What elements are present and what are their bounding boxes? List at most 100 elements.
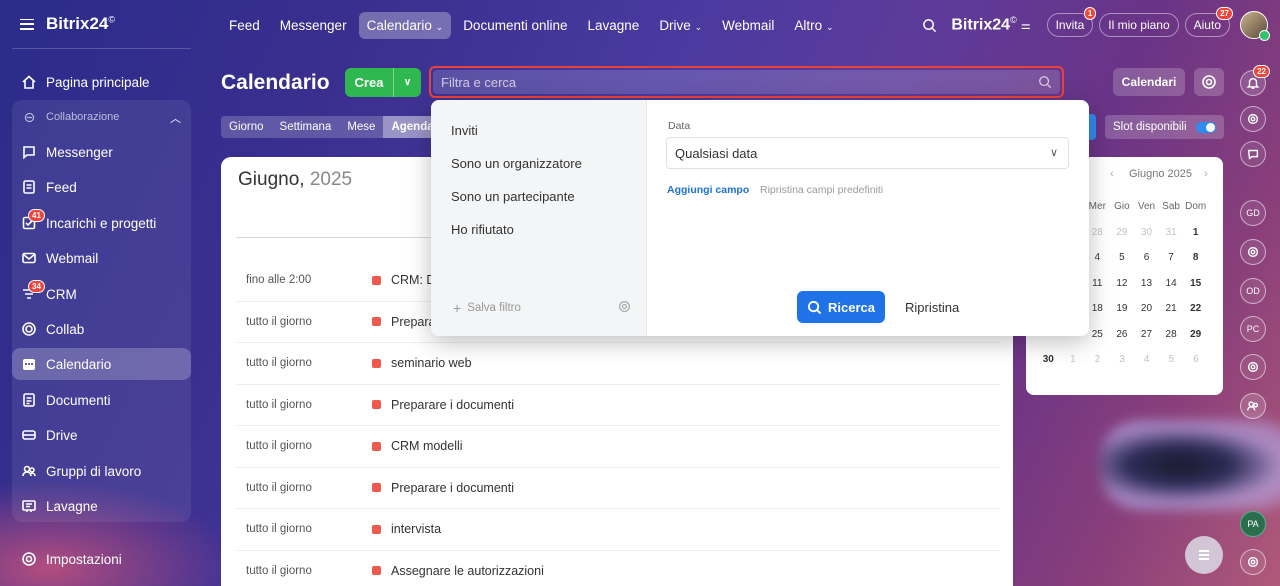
- sidebar-item-crm[interactable]: 34 CRM: [12, 278, 191, 310]
- sidebar-item-settings[interactable]: Impostazioni: [12, 543, 191, 575]
- add-field-link[interactable]: Aggiungi campo: [667, 184, 749, 196]
- topnav-documents-online[interactable]: Documenti online: [455, 12, 575, 39]
- contact-avatar[interactable]: PC: [1240, 316, 1266, 342]
- topnav-boards[interactable]: Lavagne: [580, 12, 648, 39]
- sidebar-item-documents[interactable]: Documenti: [12, 384, 191, 416]
- list-menu-button[interactable]: [1185, 536, 1223, 574]
- topnav-more[interactable]: Altro ⌄: [786, 12, 841, 39]
- available-slots-toggle[interactable]: Slot disponibili: [1105, 115, 1224, 139]
- reset-button[interactable]: Ripristina: [905, 300, 959, 315]
- topnav-calendar[interactable]: Calendario ⌄: [358, 11, 452, 39]
- event-row[interactable]: tutto il giorno Preparare i documenti: [236, 384, 1000, 426]
- day-cell[interactable]: 8: [1183, 252, 1208, 263]
- day-cell[interactable]: 19: [1110, 303, 1135, 314]
- event-row[interactable]: tutto il giorno CRM modelli: [236, 426, 1000, 468]
- day-cell[interactable]: 22: [1183, 303, 1208, 314]
- brand-logo[interactable]: Bitrix24©: [46, 14, 115, 34]
- toggle-switch[interactable]: [1196, 122, 1216, 133]
- day-cell[interactable]: 13: [1134, 278, 1159, 289]
- event-row[interactable]: tutto il giorno Preparare i documenti: [236, 467, 1000, 509]
- create-button[interactable]: Crea ∨: [345, 68, 421, 97]
- preset-declined[interactable]: Ho rifiutato: [451, 222, 514, 237]
- chevron-down-icon[interactable]: ∨: [394, 77, 421, 88]
- contact-avatar[interactable]: GD: [1240, 200, 1266, 226]
- reset-fields-link[interactable]: Ripristina campi predefiniti: [760, 184, 883, 196]
- invite-button[interactable]: Invita 1: [1046, 7, 1097, 37]
- search-icon[interactable]: [922, 18, 937, 33]
- day-cell[interactable]: 26: [1110, 329, 1135, 340]
- day-cell[interactable]: 7: [1159, 252, 1184, 263]
- day-cell[interactable]: 6: [1134, 252, 1159, 263]
- sidebar-item-boards[interactable]: Lavagne: [12, 490, 191, 522]
- day-cell[interactable]: 12: [1110, 278, 1135, 289]
- day-cell[interactable]: 4: [1134, 354, 1159, 365]
- day-cell[interactable]: 5: [1159, 354, 1184, 365]
- sidebar-item-collab[interactable]: Collab: [12, 313, 191, 345]
- sidebar-item-feed[interactable]: Feed: [12, 171, 191, 203]
- day-cell[interactable]: 27: [1134, 329, 1159, 340]
- day-cell[interactable]: 20: [1134, 303, 1159, 314]
- day-cell[interactable]: 1: [1061, 354, 1086, 365]
- collaboration-group-header[interactable]: Collaborazione ︿: [12, 104, 191, 130]
- day-cell[interactable]: 28: [1159, 329, 1184, 340]
- chat-bubble-icon[interactable]: [1240, 141, 1266, 167]
- event-row[interactable]: tutto il giorno intervista: [236, 509, 1000, 551]
- event-row[interactable]: tutto il giorno Assegnare le autorizzazio…: [236, 550, 1000, 586]
- topnav-drive[interactable]: Drive ⌄: [651, 12, 710, 39]
- sidebar-item-calendar[interactable]: Calendario: [12, 348, 191, 380]
- topnav-webmail[interactable]: Webmail: [714, 12, 782, 39]
- search-input[interactable]: [441, 74, 1038, 90]
- copilot-icon[interactable]: [1240, 239, 1266, 265]
- day-cell[interactable]: 31: [1159, 227, 1184, 238]
- tab-week[interactable]: Settimana: [272, 116, 340, 138]
- save-filter-button[interactable]: + Salva filtro: [453, 300, 521, 316]
- menu-icon[interactable]: [20, 18, 34, 30]
- tab-day[interactable]: Giorno: [221, 116, 272, 138]
- day-cell[interactable]: 29: [1183, 329, 1208, 340]
- group-icon[interactable]: [1240, 393, 1266, 419]
- topnav-feed[interactable]: Feed: [221, 12, 268, 39]
- copilot-icon[interactable]: [1240, 106, 1266, 132]
- help-button[interactable]: Aiuto 27: [1184, 7, 1233, 37]
- bell-icon[interactable]: 22: [1240, 65, 1270, 96]
- contact-avatar[interactable]: OD: [1240, 278, 1266, 304]
- event-row[interactable]: tutto il giorno seminario web: [236, 343, 1000, 385]
- sidebar-item-messenger[interactable]: Messenger: [12, 136, 191, 168]
- day-cell[interactable]: 2: [1085, 354, 1110, 365]
- search-button[interactable]: Ricerca: [797, 291, 885, 323]
- day-cell[interactable]: 30: [1134, 227, 1159, 238]
- chevron-right-icon[interactable]: ›: [1204, 168, 1208, 180]
- sidebar-item-groups[interactable]: Gruppi di lavoro: [12, 455, 191, 487]
- calendars-button[interactable]: Calendari: [1113, 68, 1185, 96]
- preset-invitations[interactable]: Inviti: [451, 123, 478, 138]
- day-cell[interactable]: 14: [1159, 278, 1184, 289]
- tab-month[interactable]: Mese: [339, 116, 383, 138]
- settings-button[interactable]: [1194, 68, 1224, 96]
- my-plan-button[interactable]: Il mio piano: [1099, 13, 1179, 37]
- user-avatar[interactable]: [1240, 11, 1270, 41]
- sidebar-item-home[interactable]: Pagina principale: [12, 66, 191, 98]
- search-icon[interactable]: [1038, 75, 1052, 89]
- preset-organizer[interactable]: Sono un organizzatore: [451, 156, 582, 171]
- day-cell[interactable]: 29: [1110, 227, 1135, 238]
- date-select[interactable]: Qualsiasi data ∨: [666, 137, 1069, 169]
- day-cell[interactable]: 5: [1110, 252, 1135, 263]
- preset-participant[interactable]: Sono un partecipante: [451, 189, 575, 204]
- sidebar-item-tasks[interactable]: 41 Incarichi e progetti: [12, 207, 191, 239]
- copilot-icon[interactable]: [1240, 549, 1266, 575]
- topnav-messenger[interactable]: Messenger: [272, 12, 355, 39]
- day-cell[interactable]: 1: [1183, 227, 1208, 238]
- sliders-icon[interactable]: ⚌: [1021, 19, 1031, 32]
- day-cell[interactable]: 21: [1159, 303, 1184, 314]
- contact-avatar[interactable]: PA: [1240, 511, 1266, 537]
- day-cell[interactable]: 25: [1085, 329, 1110, 340]
- day-cell[interactable]: 6: [1184, 354, 1209, 365]
- copilot-icon[interactable]: [1240, 354, 1266, 380]
- sidebar-item-webmail[interactable]: Webmail: [12, 242, 191, 274]
- chevron-left-icon[interactable]: ‹: [1110, 168, 1114, 180]
- chevron-up-icon[interactable]: ︿: [170, 110, 181, 126]
- day-cell[interactable]: 30: [1036, 354, 1061, 365]
- day-cell[interactable]: 3: [1110, 354, 1135, 365]
- sidebar-item-drive[interactable]: Drive: [12, 419, 191, 451]
- day-cell[interactable]: 15: [1183, 278, 1208, 289]
